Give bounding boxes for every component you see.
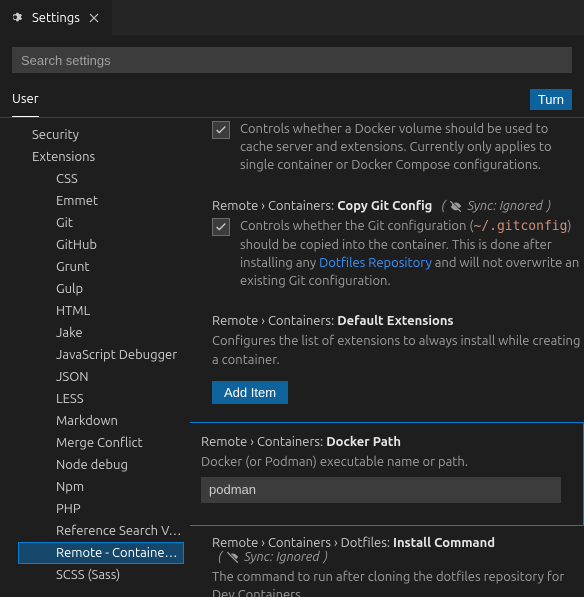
tree-github[interactable]: GitHub [0,234,190,256]
copy-git-desc: Controls whether the Git configuration (… [240,217,584,291]
tree-css[interactable]: CSS [0,168,190,190]
tree-merge[interactable]: Merge Conflict [0,432,190,454]
settings-tree: Security Extensions CSS Emmet Git GitHub… [0,118,190,597]
tab-label: Settings [32,11,80,25]
setting-cache-volume: Controls whether a Docker volume should … [202,120,584,181]
eye-off-icon [226,550,240,564]
tree-jsdebug[interactable]: JavaScript Debugger [0,344,190,366]
tree-security[interactable]: Security [0,124,190,146]
tree-remote-containers[interactable]: Remote - Containe… [18,542,184,564]
setting-docker-path: Remote › Containers: Docker Path Docker … [190,422,584,526]
tree-git[interactable]: Git [0,212,190,234]
sync-ignored-badge: ( Sync: Ignored) [441,199,551,213]
setting-name: Copy Git Config [337,199,432,213]
sync-ignored-badge: ( Sync: Ignored) [218,550,328,564]
copy-git-checkbox[interactable] [212,218,230,236]
tree-markdown[interactable]: Markdown [0,410,190,432]
search-container [0,35,584,81]
close-icon[interactable] [86,10,102,26]
tree-npm[interactable]: Npm [0,476,190,498]
cache-volume-checkbox[interactable] [212,121,230,139]
scope-tab-user[interactable]: User [12,81,39,117]
tree-emmet[interactable]: Emmet [0,190,190,212]
setting-default-extensions: Remote › Containers: Default Extensions … [202,314,584,403]
settings-icon [10,10,26,26]
tree-extensions[interactable]: Extensions [0,146,190,168]
cache-volume-desc: Controls whether a Docker volume should … [240,120,584,175]
docker-path-input[interactable] [201,477,561,503]
setting-dotfiles-install: Remote › Containers › Dotfiles: Install … [202,536,584,597]
editor-tab-bar: Settings [0,0,584,35]
eye-off-icon [449,199,463,213]
search-input[interactable] [12,47,572,73]
tree-json[interactable]: JSON [0,366,190,388]
setting-crumb: Remote › Containers: [212,199,337,213]
tab-settings[interactable]: Settings [0,0,113,35]
tree-gulp[interactable]: Gulp [0,278,190,300]
tree-php[interactable]: PHP [0,498,190,520]
scope-row: User Turn [0,81,584,117]
tree-scss[interactable]: SCSS (Sass) [0,564,190,586]
tree-less[interactable]: LESS [0,388,190,410]
dotfiles-link[interactable]: Dotfiles Repository [319,256,432,270]
settings-content: Controls whether a Docker volume should … [190,118,584,597]
turn-on-sync-button[interactable]: Turn [530,89,572,110]
tree-nodedbg[interactable]: Node debug [0,454,190,476]
tree-grunt[interactable]: Grunt [0,256,190,278]
setting-copy-git-config: Remote › Containers: Copy Git Config ( S… [202,199,584,297]
tree-html[interactable]: HTML [0,300,190,322]
add-item-button[interactable]: Add Item [212,381,288,404]
tree-jake[interactable]: Jake [0,322,190,344]
tree-refsearch[interactable]: Reference Search V… [0,520,190,542]
